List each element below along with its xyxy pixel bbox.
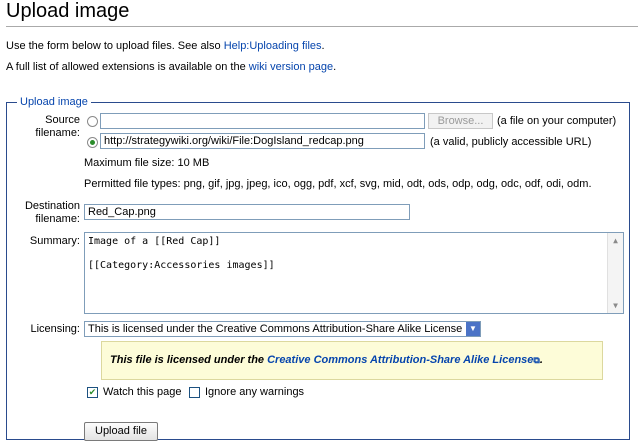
checkmark-icon: ✔ — [88, 387, 97, 397]
browse-button[interactable]: Browse... — [428, 113, 493, 129]
summary-scrollbar[interactable]: ▲ ▼ — [607, 233, 623, 313]
destination-input[interactable]: Red_Cap.png — [84, 204, 410, 220]
max-file-size: Maximum file size: 10 MB — [84, 157, 210, 169]
scroll-down-icon[interactable]: ▼ — [608, 298, 623, 313]
url-source-note: (a valid, publicly accessible URL) — [430, 136, 592, 148]
intro-text-2: A full list of allowed extensions is ava… — [6, 61, 249, 73]
ignore-warnings-label: Ignore any warnings — [205, 386, 305, 398]
intro-end-1: . — [321, 40, 325, 52]
title-divider — [6, 26, 638, 27]
license-notice: This file is licensed under the Creative… — [101, 341, 603, 380]
watch-checkbox[interactable]: ✔ — [87, 387, 98, 398]
radio-checked-icon[interactable] — [87, 137, 98, 148]
destination-filename-label: Destination filename: — [14, 200, 80, 226]
page-title: Upload image — [6, 0, 130, 22]
intro-line-2: A full list of allowed extensions is ava… — [6, 61, 336, 73]
help-uploading-link[interactable]: Help:Uploading files — [224, 40, 322, 52]
url-input[interactable]: http://strategywiki.org/wiki/File:DogIsl… — [100, 133, 425, 149]
permitted-file-types: Permitted file types: png, gif, jpg, jpe… — [84, 178, 592, 190]
licensing-select[interactable]: This is licensed under the Creative Comm… — [84, 321, 481, 337]
destination-label-line-1: Destination — [24, 200, 80, 212]
summary-line-1: Image of a [[Red Cap]] — [88, 236, 221, 247]
summary-line-2: [[Category:Accessories images]] — [88, 260, 275, 271]
wiki-version-link[interactable]: wiki version page — [249, 61, 333, 73]
license-end: . — [539, 354, 543, 366]
scroll-up-icon[interactable]: ▲ — [608, 233, 623, 248]
destination-label-line-2: filename: — [35, 213, 80, 225]
summary-textarea[interactable]: Image of a [[Red Cap]] [[Category:Access… — [84, 232, 624, 314]
fieldset-legend: Upload image — [20, 96, 88, 108]
license-text: This file is licensed under the — [110, 354, 268, 366]
watch-label: Watch this page — [103, 386, 182, 398]
intro-text-1: Use the form below to upload files. See … — [6, 40, 224, 52]
upload-file-button[interactable]: Upload file — [84, 422, 158, 441]
radio-file-source[interactable] — [87, 116, 98, 127]
file-source-note: (a file on your computer) — [497, 115, 617, 127]
intro-line-1: Use the form below to upload files. See … — [6, 40, 325, 52]
source-label-line-1: Source — [45, 114, 80, 126]
intro-end-2: . — [333, 61, 337, 73]
source-label-line-2: filename: — [35, 127, 80, 139]
licensing-selected-value: This is licensed under the Creative Comm… — [88, 323, 463, 335]
chevron-down-icon[interactable]: ▼ — [466, 322, 480, 336]
licensing-label: Licensing: — [30, 323, 80, 335]
file-input[interactable] — [100, 113, 425, 129]
license-link[interactable]: Creative Commons Attribution-Share Alike… — [267, 354, 533, 366]
source-filename-label: Source filename: — [20, 114, 80, 140]
ignore-warnings-checkbox[interactable] — [189, 387, 200, 398]
summary-label: Summary: — [29, 235, 80, 247]
